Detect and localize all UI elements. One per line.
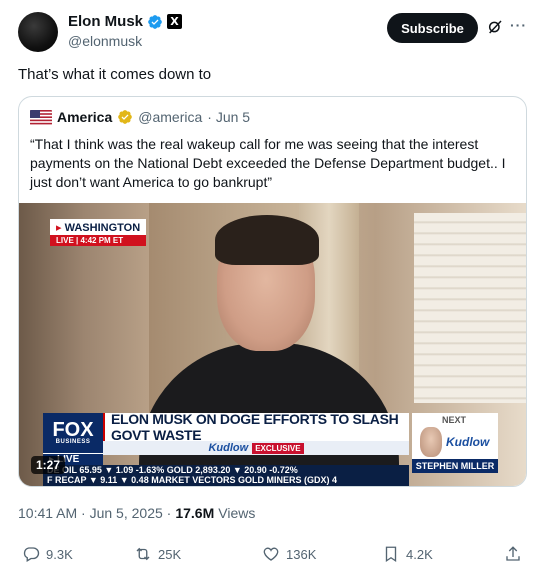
next-host-photo xyxy=(420,427,442,457)
network-name: FOX xyxy=(52,419,94,441)
more-options-icon[interactable]: ··· xyxy=(510,17,527,33)
location-arrow-icon: ▸ xyxy=(56,222,65,234)
quote-header: America @america · Jun 5 xyxy=(30,109,250,125)
views-label: Views xyxy=(218,505,256,521)
reply-count: 9.3K xyxy=(46,546,73,562)
repost-icon xyxy=(136,547,150,561)
heart-icon xyxy=(263,547,279,561)
exclusive-tag: EXCLUSIVE xyxy=(252,442,304,454)
market-ticker: DE OIL 65.95 ▼ 1.09 -1.63% GOLD 2,893.20… xyxy=(43,465,409,486)
repost-button[interactable]: 25K xyxy=(134,545,181,563)
tweet-timestamp[interactable]: 10:41 AM · Jun 5, 2025 · xyxy=(18,505,171,521)
video-person-hair xyxy=(215,215,319,265)
author-name[interactable]: Elon Musk xyxy=(68,13,143,30)
news-lower-third: FOX BUSINESS ▸LIVE ELON MUSK ON DOGE EFF… xyxy=(43,411,409,486)
location-badge: ▸ WASHINGTON LIVE | 4:42 PM ET xyxy=(50,219,147,246)
tweet-text: That’s what it comes down to xyxy=(18,66,212,83)
quote-date[interactable]: · Jun 5 xyxy=(207,109,250,125)
ticker-line-2: F RECAP ▼ 9.11 ▼ 0.48 MARKET VECTORS GOL… xyxy=(47,475,338,485)
bookmark-icon xyxy=(385,546,397,563)
next-guest-name: STEPHEN MILLER xyxy=(412,459,498,473)
bookmark-count: 4.2K xyxy=(406,546,433,562)
quoted-tweet[interactable]: America @america · Jun 5 “That I think w… xyxy=(18,96,527,487)
show-name: Kudlow xyxy=(208,442,249,454)
network-sub: BUSINESS xyxy=(55,439,91,445)
quote-author-handle[interactable]: @america xyxy=(138,109,202,125)
video-duration: 1:27 xyxy=(31,456,66,474)
author-handle[interactable]: @elonmusk xyxy=(68,33,142,49)
next-label: NEXT xyxy=(442,415,467,425)
grok-icon[interactable] xyxy=(487,19,503,35)
video-player[interactable]: ▸ WASHINGTON LIVE | 4:42 PM ET FOX BUSIN… xyxy=(19,203,526,486)
verified-badge-icon xyxy=(148,14,162,29)
next-show-name: Kudlow xyxy=(446,435,490,449)
author-name-row: Elon Musk X xyxy=(68,13,183,30)
ticker-line-1: DE OIL 65.95 ▼ 1.09 -1.63% GOLD 2,893.20… xyxy=(47,465,298,475)
live-time-label: LIVE | 4:42 PM ET xyxy=(50,235,147,246)
repost-count: 25K xyxy=(158,546,182,562)
author-avatar[interactable] xyxy=(18,12,58,52)
video-background-blinds xyxy=(414,213,526,403)
tweet-meta: 10:41 AM · Jun 5, 2025 · 17.6M Views xyxy=(18,505,255,521)
like-count: 136K xyxy=(286,546,317,562)
location-label: WASHINGTON xyxy=(64,222,141,234)
x-affiliate-icon: X xyxy=(167,14,183,29)
show-bar: Kudlow EXCLUSIVE xyxy=(103,441,409,455)
share-icon xyxy=(506,546,520,561)
action-bar: 9.3K 25K 136K 4.2K xyxy=(18,545,526,569)
quote-text: “That I think was the real wakeup call f… xyxy=(30,136,506,190)
quote-author-name[interactable]: America xyxy=(57,109,112,125)
share-button[interactable] xyxy=(504,545,522,563)
news-headline: ELON MUSK ON DOGE EFFORTS TO SLASH GOVT … xyxy=(103,411,409,443)
us-flag-avatar-icon[interactable] xyxy=(30,109,52,125)
bookmark-button[interactable]: 4.2K xyxy=(382,545,433,563)
views-count: 17.6M xyxy=(175,505,215,521)
gold-verified-badge-icon xyxy=(118,110,133,124)
network-logo: FOX BUSINESS xyxy=(43,413,103,453)
reply-button[interactable]: 9.3K xyxy=(22,545,73,563)
subscribe-button[interactable]: Subscribe xyxy=(387,13,478,43)
reply-icon xyxy=(23,547,40,562)
like-button[interactable]: 136K xyxy=(262,545,316,563)
